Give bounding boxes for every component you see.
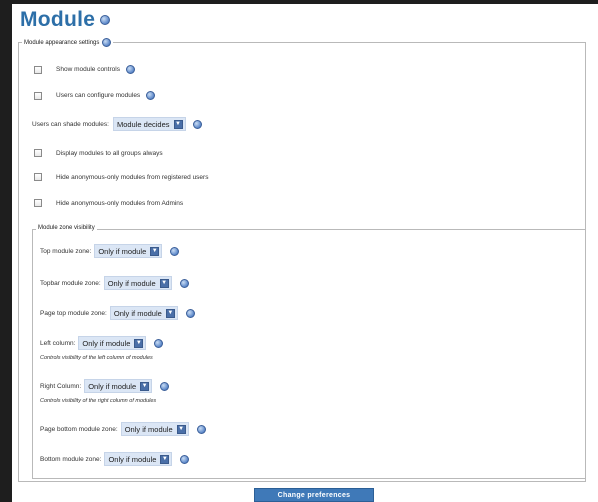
zone-row-topbar: Topbar module zone: Only if module ▼: [40, 276, 189, 290]
help-icon[interactable]: [196, 424, 206, 434]
users-configure-checkbox[interactable]: [34, 91, 42, 100]
show-module-controls-checkbox[interactable]: [34, 65, 42, 74]
hide-anon-registered-row: Hide anonymous-only modules from registe…: [34, 173, 208, 181]
chevron-down-icon: ▼: [176, 424, 186, 434]
help-icon[interactable]: [100, 15, 111, 25]
help-icon[interactable]: [185, 308, 195, 318]
zone-row-left-column: Left column: Only if module ▼: [40, 336, 164, 350]
users-configure-row: Users can configure modules: [34, 91, 156, 100]
zone-row-top: Top module zone: Only if module ▼: [40, 244, 180, 258]
chevron-down-icon: ▼: [160, 454, 170, 464]
zone-select-left-column[interactable]: Only if module ▼: [78, 336, 147, 350]
display-all-groups-checkbox[interactable]: [34, 149, 42, 157]
chevron-down-icon: ▼: [173, 119, 183, 129]
help-icon[interactable]: [179, 278, 189, 288]
help-icon[interactable]: [160, 381, 170, 391]
display-all-groups-row: Display modules to all groups always: [34, 149, 163, 157]
right-column-description: Controls visibility of the right column …: [40, 398, 157, 404]
zone-row-page-top: Page top module zone: Only if module ▼: [40, 306, 195, 320]
preferences-panel: Module Module appearance settings Show m…: [12, 4, 598, 502]
show-module-controls-row: Show module controls: [34, 65, 135, 74]
zone-select-topbar[interactable]: Only if module ▼: [103, 276, 172, 290]
hide-anon-admins-checkbox[interactable]: [34, 199, 42, 207]
help-icon[interactable]: [180, 454, 190, 464]
chevron-down-icon: ▼: [150, 246, 160, 256]
zone-select-bottom[interactable]: Only if module ▼: [104, 452, 173, 466]
change-preferences-button[interactable]: Change preferences: [254, 488, 374, 502]
hide-anon-admins-row: Hide anonymous-only modules from Admins: [34, 199, 183, 207]
zone-row-right-column: Right Column: Only if module ▼: [40, 379, 170, 393]
zone-row-page-bottom: Page bottom module zone: Only if module …: [40, 422, 206, 436]
users-shade-select[interactable]: Module decides ▼: [112, 117, 186, 131]
help-icon[interactable]: [192, 119, 202, 129]
page-title: Module: [20, 8, 111, 32]
help-icon[interactable]: [170, 246, 180, 256]
hide-anon-registered-checkbox[interactable]: [34, 173, 42, 181]
zone-select-page-bottom[interactable]: Only if module ▼: [120, 422, 189, 436]
left-column-description: Controls visibility of the left column o…: [40, 355, 153, 361]
users-shade-row: Users can shade modules: Module decides …: [32, 117, 202, 131]
module-appearance-legend: Module appearance settings: [22, 38, 114, 47]
zone-select-page-top[interactable]: Only if module ▼: [109, 306, 178, 320]
module-zone-visibility-legend: Module zone visibility: [36, 225, 97, 231]
chevron-down-icon: ▼: [134, 338, 144, 348]
zone-select-top[interactable]: Only if module ▼: [94, 244, 163, 258]
help-icon[interactable]: [125, 65, 135, 74]
chevron-down-icon: ▼: [140, 381, 150, 391]
chevron-down-icon: ▼: [165, 308, 175, 318]
chevron-down-icon: ▼: [159, 278, 169, 288]
help-icon[interactable]: [102, 38, 112, 47]
zone-select-right-column[interactable]: Only if module ▼: [84, 379, 153, 393]
zone-row-bottom: Bottom module zone: Only if module ▼: [40, 452, 190, 466]
help-icon[interactable]: [146, 91, 156, 100]
module-zone-visibility-fieldset: [32, 229, 586, 479]
help-icon[interactable]: [154, 338, 164, 348]
